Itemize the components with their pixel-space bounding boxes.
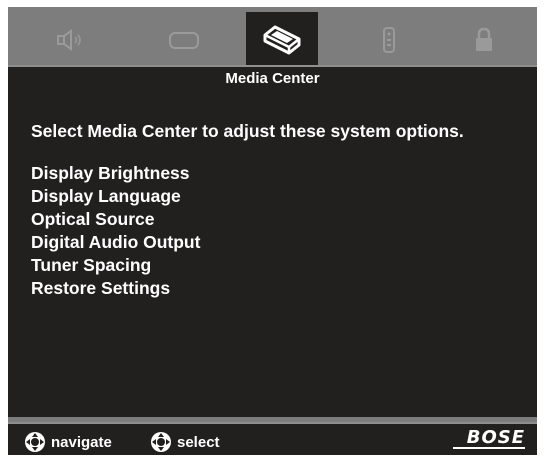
- select-label: select: [177, 433, 220, 451]
- tab-remote[interactable]: [353, 12, 425, 67]
- footer-bar: navigate select BOSE: [8, 422, 537, 455]
- speaker-icon: [57, 28, 81, 51]
- option-restore-settings[interactable]: Restore Settings: [31, 277, 200, 300]
- select-hint: select: [150, 431, 220, 453]
- tab-audio[interactable]: [34, 12, 106, 67]
- option-tuner-spacing[interactable]: Tuner Spacing: [31, 254, 200, 277]
- tab-display[interactable]: [148, 12, 220, 67]
- options-list: Display Brightness Display Language Opti…: [31, 162, 200, 300]
- option-display-language[interactable]: Display Language: [31, 185, 200, 208]
- option-optical-source[interactable]: Optical Source: [31, 208, 200, 231]
- lock-icon: [476, 27, 492, 51]
- panel-title: Media Center: [225, 70, 320, 87]
- option-display-brightness[interactable]: Display Brightness: [31, 162, 200, 185]
- media-center-icon: [263, 25, 301, 54]
- category-tab-bar: [8, 7, 537, 67]
- remote-icon: [383, 26, 395, 53]
- instruction-text: Select Media Center to adjust these syst…: [31, 121, 464, 141]
- navigate-pad-icon: [25, 432, 45, 452]
- media-center-panel: Media Center Select Media Center to adju…: [8, 65, 537, 417]
- display-icon: [169, 31, 199, 49]
- option-digital-audio-output[interactable]: Digital Audio Output: [31, 231, 200, 254]
- navigate-label: navigate: [51, 433, 112, 451]
- tab-media-center[interactable]: [246, 12, 318, 67]
- bose-logo: BOSE: [452, 429, 525, 449]
- navigate-hint: navigate: [24, 431, 112, 453]
- tab-lock[interactable]: [448, 12, 520, 67]
- settings-screen: Media Center Select Media Center to adju…: [8, 7, 537, 455]
- select-pad-icon: [151, 432, 171, 452]
